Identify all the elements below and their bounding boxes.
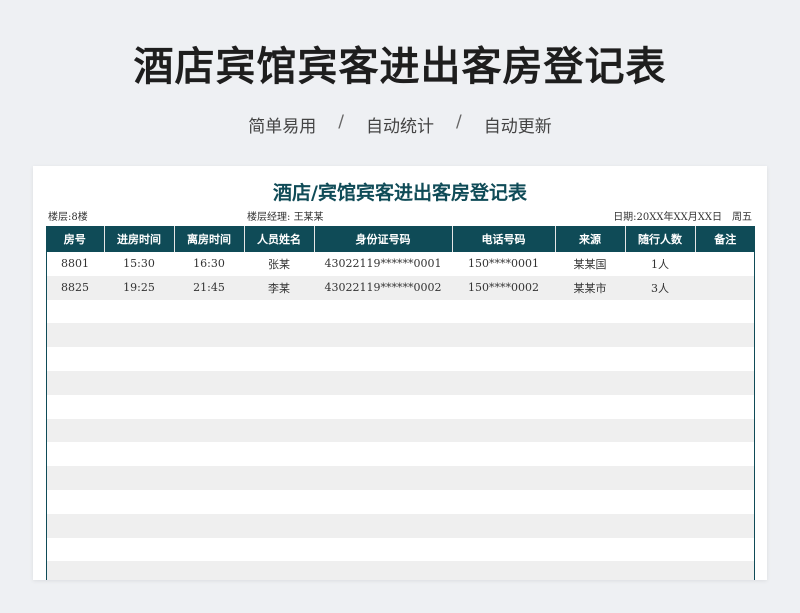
manager-info: 楼层经理: 王某某 xyxy=(247,208,324,223)
cell-checkout[interactable]: 16:30 xyxy=(174,252,244,276)
cell-phone[interactable]: 150****0002 xyxy=(452,275,555,300)
tagline-separator: / xyxy=(456,112,462,132)
weekday-label: 周五 xyxy=(732,212,752,223)
cell-checkout[interactable]: 21:45 xyxy=(174,275,244,300)
cell-companions[interactable]: 3人 xyxy=(625,275,695,300)
table-row-empty[interactable] xyxy=(46,561,755,580)
table-row[interactable]: 8825 19:25 21:45 李某 43022119******0002 1… xyxy=(46,275,755,300)
table-row-empty[interactable] xyxy=(46,323,755,348)
cell-origin[interactable]: 某某市 xyxy=(555,275,625,300)
date-label: 日期:20XX年XX月XX日 xyxy=(613,212,722,223)
table-row-empty[interactable] xyxy=(46,466,755,490)
cell-id[interactable]: 43022119******0001 xyxy=(314,252,452,276)
column-header[interactable]: 随行人数 xyxy=(624,226,695,252)
table-row[interactable]: 8801 15:30 16:30 张某 43022119******0001 1… xyxy=(46,252,755,276)
tagline-separator: / xyxy=(338,112,344,132)
cell-origin[interactable]: 某某国 xyxy=(555,252,625,276)
date-info: 日期:20XX年XX月XX日 周五 xyxy=(613,208,752,223)
table-row-empty[interactable] xyxy=(46,394,755,419)
table-row-empty[interactable] xyxy=(46,418,755,443)
registration-table: 房号 进房时间 离房时间 人员姓名 身份证号码 电话号码 来源 随行人数 备注 … xyxy=(46,226,755,580)
cell-name[interactable]: 李某 xyxy=(244,275,314,300)
column-header[interactable]: 人员姓名 xyxy=(243,226,314,252)
cell-checkin[interactable]: 15:30 xyxy=(104,252,174,276)
cell-name[interactable]: 张某 xyxy=(244,252,314,276)
cell-phone[interactable]: 150****0001 xyxy=(452,252,555,276)
tagline-item: 自动统计 xyxy=(366,117,434,137)
cell-room[interactable]: 8825 xyxy=(46,275,104,300)
floor-label: 楼层:8楼 xyxy=(48,212,88,223)
column-header[interactable]: 来源 xyxy=(554,226,625,252)
table-row-empty[interactable] xyxy=(46,537,755,562)
column-header[interactable]: 房号 xyxy=(46,226,104,252)
cell-companions[interactable]: 1人 xyxy=(625,252,695,276)
tagline-item: 简单易用 xyxy=(248,117,317,137)
manager-label: 楼层经理: xyxy=(247,212,291,223)
sheet-title: 酒店/宾馆宾客进出客房登记表 xyxy=(273,182,527,204)
cell-note[interactable] xyxy=(695,275,755,300)
table-row-empty[interactable] xyxy=(46,513,755,538)
cell-id[interactable]: 43022119******0002 xyxy=(314,275,452,300)
table-row-empty[interactable] xyxy=(46,489,755,514)
manager-name: 王某某 xyxy=(293,212,324,223)
spreadsheet-sheet: 酒店/宾馆宾客进出客房登记表 楼层:8楼 楼层经理: 王某某 日期:20XX年X… xyxy=(33,166,767,580)
tagline-item: 自动更新 xyxy=(483,117,552,137)
column-header[interactable]: 离房时间 xyxy=(173,226,244,252)
table-row-empty[interactable] xyxy=(46,347,755,371)
cell-room[interactable]: 8801 xyxy=(46,252,104,276)
column-header[interactable]: 进房时间 xyxy=(103,226,174,252)
column-header[interactable]: 备注 xyxy=(694,226,755,252)
cell-note[interactable] xyxy=(695,252,755,276)
cell-checkin[interactable]: 19:25 xyxy=(104,275,174,300)
table-row-empty[interactable] xyxy=(46,370,755,395)
page-title: 酒店宾馆宾客进出客房登记表 xyxy=(133,44,667,90)
column-header[interactable]: 身份证号码 xyxy=(313,226,452,252)
table-row-empty[interactable] xyxy=(46,442,755,467)
tagline: 简单易用 / 自动统计 / 自动更新 xyxy=(0,112,800,137)
table-row-empty[interactable] xyxy=(46,299,755,324)
column-header[interactable]: 电话号码 xyxy=(451,226,555,252)
table-header-row: 房号 进房时间 离房时间 人员姓名 身份证号码 电话号码 来源 随行人数 备注 xyxy=(46,226,755,252)
